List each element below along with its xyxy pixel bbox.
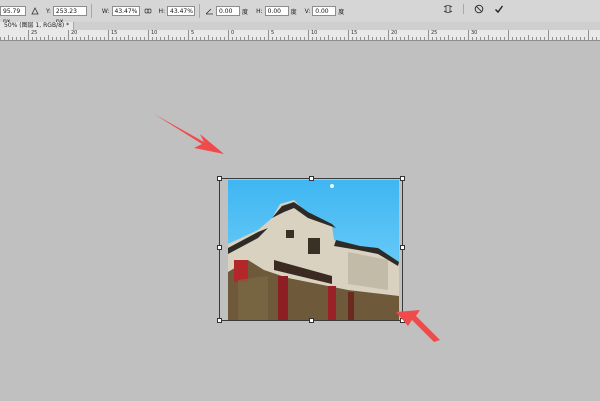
ruler-label: 15	[351, 30, 358, 36]
horizontal-skew-label: H:	[256, 7, 263, 15]
ruler-ticks	[0, 30, 597, 40]
reference-point-icon[interactable]	[30, 6, 40, 16]
angle-icon	[204, 6, 214, 16]
height-input[interactable]: 43.47%	[167, 6, 196, 16]
transform-handle-top[interactable]	[309, 176, 314, 181]
transform-handle-right[interactable]	[400, 245, 405, 250]
ruler-label: 10	[151, 30, 158, 36]
ruler-label: 15	[111, 30, 118, 36]
transform-handle-bottom-left[interactable]	[217, 318, 222, 323]
vertical-skew-unit: 度	[338, 8, 345, 16]
ruler-label: 30	[471, 30, 478, 36]
width-label: W:	[101, 7, 110, 15]
y-position-input[interactable]: 253.23 px	[52, 6, 87, 25]
transform-handle-left[interactable]	[217, 245, 222, 250]
angle-input[interactable]: 0.00	[216, 6, 241, 16]
horizontal-skew-input[interactable]: 0.00	[264, 6, 289, 16]
ruler-label: 10	[311, 30, 318, 36]
separator	[463, 4, 464, 14]
ruler-label: 20	[71, 30, 78, 36]
transform-handle-top-left[interactable]	[217, 176, 222, 181]
vertical-skew-label: V:	[304, 7, 311, 15]
ruler-label: 5	[271, 30, 275, 36]
cancel-icon[interactable]	[474, 4, 484, 14]
ruler-label: 25	[431, 30, 438, 36]
width-input[interactable]: 43.47%	[111, 6, 140, 16]
annotation-arrow-bottom-right	[396, 310, 440, 342]
x-position-input[interactable]: 95.79 px	[0, 6, 26, 25]
warp-icon[interactable]	[443, 4, 453, 14]
transform-handle-top-right[interactable]	[400, 176, 405, 181]
height-label: H:	[158, 7, 166, 15]
ruler-label: 25	[31, 30, 38, 36]
horizontal-skew-unit: 度	[290, 8, 297, 16]
separator	[90, 4, 92, 18]
vertical-skew-input[interactable]: 0.00	[312, 6, 337, 16]
transform-handle-bottom[interactable]	[309, 318, 314, 323]
ruler-label: 5	[191, 30, 195, 36]
ruler-label: 20	[391, 30, 398, 36]
annotation-arrow-top-left	[154, 114, 224, 154]
link-icon[interactable]	[143, 6, 153, 16]
horizontal-ruler: 25 20 15 10 5 0 5 10 15 20 25 30	[0, 30, 600, 41]
commit-icon[interactable]	[494, 4, 504, 14]
separator	[199, 4, 201, 18]
document-tab[interactable]: 50% (图层 1, RGB/8) *	[0, 22, 75, 30]
ruler-label: 0	[231, 30, 235, 36]
y-label: Y:	[46, 7, 51, 15]
transform-actions	[443, 4, 504, 14]
options-bar: 95.79 px Y: 253.23 px W: 43.47% H: 43.47…	[0, 0, 600, 25]
transform-bounding-box[interactable]	[217, 176, 405, 323]
angle-unit: 度	[242, 8, 249, 16]
